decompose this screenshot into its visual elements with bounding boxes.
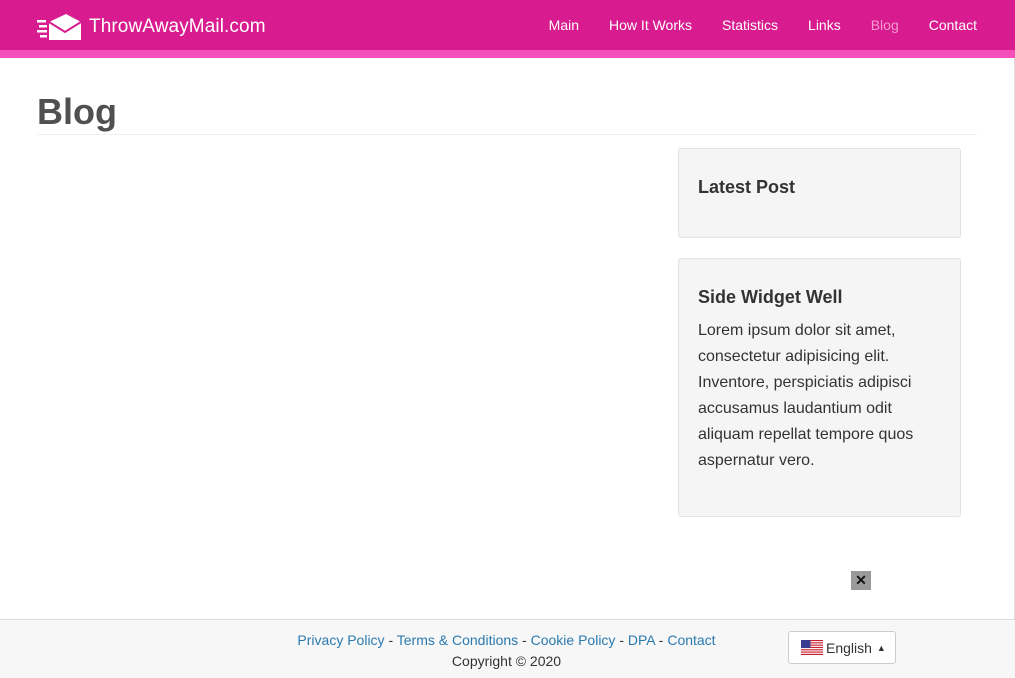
footer-separator: - xyxy=(654,632,668,648)
brand-link[interactable]: ThrowAwayMail.com xyxy=(37,12,266,42)
footer-separator: - xyxy=(384,632,397,648)
latest-post-well: Latest Post xyxy=(678,148,961,238)
page-title: Blog xyxy=(37,91,117,132)
close-ad-button[interactable]: ✕ xyxy=(851,571,871,590)
top-navbar: ThrowAwayMail.com Main How It Works Stat… xyxy=(0,0,1015,58)
latest-post-heading: Latest Post xyxy=(698,177,796,197)
language-selector[interactable]: English ▲ xyxy=(788,631,896,664)
title-divider xyxy=(37,134,977,135)
side-widget-text: Lorem ipsum dolor sit amet, consectetur … xyxy=(698,322,914,469)
nav-item-blog[interactable]: Blog xyxy=(871,16,899,34)
navbar-stripe xyxy=(0,50,1015,58)
envelope-logo-icon xyxy=(37,14,82,40)
nav-item-main[interactable]: Main xyxy=(549,16,579,34)
nav-item-statistics[interactable]: Statistics xyxy=(722,16,778,34)
nav-item-contact[interactable]: Contact xyxy=(929,16,977,34)
dpa-link[interactable]: DPA xyxy=(628,632,655,648)
side-widget-heading: Side Widget Well xyxy=(698,287,843,307)
privacy-policy-link[interactable]: Privacy Policy xyxy=(297,632,384,648)
footer-separator: - xyxy=(518,632,531,648)
terms-conditions-link[interactable]: Terms & Conditions xyxy=(397,632,518,648)
nav-item-links[interactable]: Links xyxy=(808,16,841,34)
language-label: English xyxy=(826,639,872,656)
footer-separator: - xyxy=(615,632,628,648)
main-nav: Main How It Works Statistics Links Blog … xyxy=(519,16,977,34)
footer: Privacy Policy - Terms & Conditions - Co… xyxy=(0,619,1015,678)
nav-item-how-it-works[interactable]: How It Works xyxy=(609,16,692,34)
cookie-policy-link[interactable]: Cookie Policy xyxy=(531,632,616,648)
us-flag-icon xyxy=(801,640,823,655)
side-widget-well: Side Widget Well Lorem ipsum dolor sit a… xyxy=(678,258,961,517)
caret-up-icon: ▲ xyxy=(876,642,886,653)
footer-contact-link[interactable]: Contact xyxy=(667,632,715,648)
brand-name: ThrowAwayMail.com xyxy=(89,16,266,37)
